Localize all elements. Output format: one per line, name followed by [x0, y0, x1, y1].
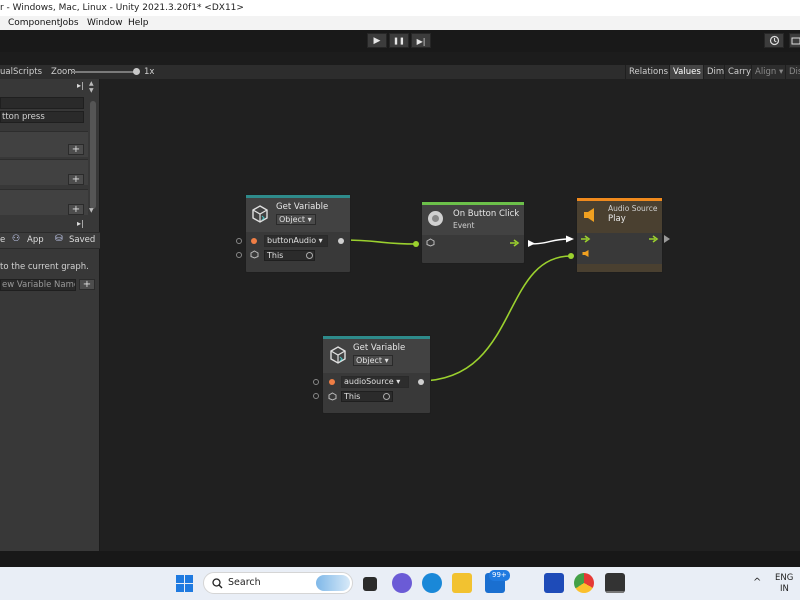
node-title: On Button Click — [453, 209, 520, 219]
chrome-browser-icon[interactable] — [574, 573, 594, 593]
audio-source-input-port[interactable] — [568, 253, 574, 259]
target-input-port[interactable] — [313, 393, 319, 399]
editor-app-icon[interactable] — [544, 573, 564, 593]
mail-badge: 99+ — [489, 570, 510, 581]
variable-kind-dropdown[interactable]: Object ▾ — [353, 355, 393, 366]
control-arrow-in-icon — [566, 235, 574, 243]
node-subtitle: Event — [453, 221, 475, 230]
control-output-icon[interactable] — [649, 235, 659, 243]
edge-browser-icon[interactable] — [422, 573, 442, 593]
windows-start-icon[interactable] — [176, 575, 193, 592]
object-picker-icon[interactable] — [306, 252, 313, 259]
variable-cube-icon — [330, 346, 346, 364]
name-port-icon — [329, 379, 335, 385]
node-subtitle: Play — [608, 214, 626, 224]
control-input-icon — [581, 235, 591, 243]
object-picker-icon[interactable] — [383, 393, 390, 400]
unity-hub-icon[interactable] — [605, 573, 625, 593]
control-out-arrow-icon[interactable] — [664, 235, 670, 243]
target-input-port-connected[interactable] — [413, 241, 419, 247]
node-on-button-click[interactable]: On Button Click Event — [421, 201, 525, 264]
object-port-icon — [250, 250, 259, 259]
node-title: Get Variable — [353, 343, 406, 353]
node-audio-source-play[interactable]: Audio Source Play — [576, 197, 663, 273]
control-output-icon[interactable] — [510, 239, 520, 247]
name-input-port[interactable] — [313, 379, 319, 385]
audio-port-icon — [582, 250, 589, 257]
search-placeholder: Search — [228, 577, 261, 588]
variable-kind-dropdown[interactable]: Object ▾ — [276, 214, 316, 225]
name-input-port[interactable] — [236, 238, 242, 244]
variable-cube-icon — [252, 205, 268, 223]
task-view-icon[interactable] — [363, 577, 377, 591]
active-app-indicator — [606, 591, 624, 593]
value-output-port[interactable] — [338, 238, 344, 244]
control-arrow-icon — [528, 240, 535, 247]
node-title: Get Variable — [276, 202, 329, 212]
node-get-variable-button-audio[interactable]: Get Variable Object ▾ buttonAudio ▾ This — [245, 194, 351, 273]
node-get-variable-audio-source[interactable]: Get Variable Object ▾ audioSource ▾ This — [322, 335, 431, 414]
wire-audiosource-to-play — [418, 255, 572, 382]
language-indicator[interactable]: ENG — [775, 573, 793, 583]
search-icon — [212, 578, 223, 589]
wire-buttonaudio-to-event — [340, 239, 417, 245]
value-output-port[interactable] — [418, 379, 424, 385]
event-circle-icon — [428, 211, 443, 226]
name-port-icon — [251, 238, 257, 244]
tray-chevron-icon[interactable]: ^ — [753, 577, 761, 588]
taskbar-search-box[interactable]: Search — [203, 572, 353, 594]
speaker-icon — [584, 208, 594, 222]
object-port-icon — [426, 238, 435, 247]
region-indicator: IN — [780, 584, 789, 594]
editor-bottom-strip — [0, 551, 800, 567]
target-input-port[interactable] — [236, 252, 242, 258]
node-footer — [577, 264, 662, 272]
object-port-icon — [328, 392, 337, 401]
variable-name-dropdown[interactable]: audioSource ▾ — [341, 376, 409, 388]
teams-chat-icon[interactable] — [392, 573, 412, 593]
node-title: Audio Source — [608, 204, 658, 213]
file-explorer-icon[interactable] — [452, 573, 472, 593]
graph-wires — [340, 235, 574, 382]
search-highlight-icon — [316, 575, 350, 591]
variable-name-dropdown[interactable]: buttonAudio ▾ — [264, 235, 328, 247]
